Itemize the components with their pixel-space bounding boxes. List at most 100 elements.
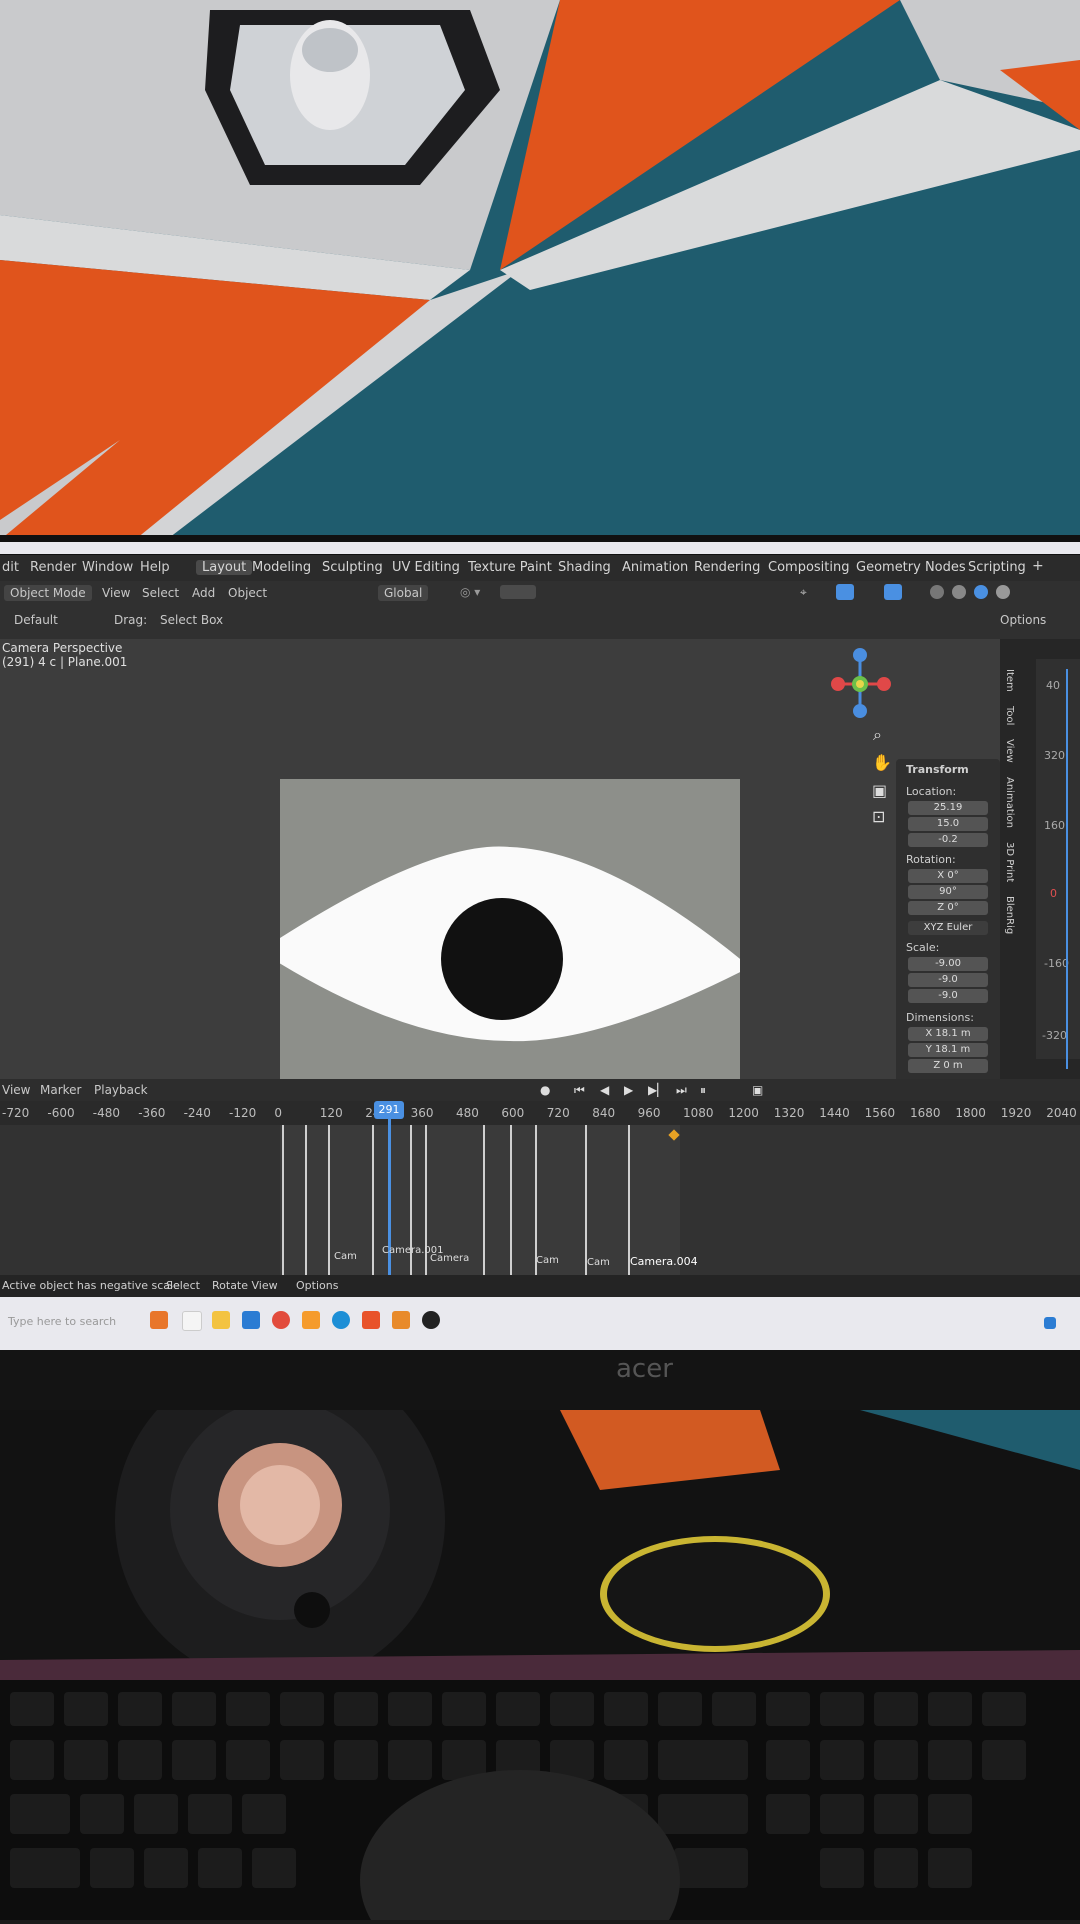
transform-section-header[interactable]: Transform — [906, 763, 969, 776]
taskbar-app-icon[interactable] — [242, 1311, 260, 1329]
xray-toggle-icon[interactable] — [884, 584, 902, 600]
menu-view[interactable]: View — [102, 586, 130, 600]
current-frame-badge[interactable]: 291 — [374, 1101, 404, 1119]
taskbar-search[interactable]: Type here to search — [8, 1315, 116, 1328]
blender-icon[interactable] — [392, 1311, 410, 1329]
ruler-tick-label: 960 — [637, 1106, 661, 1120]
rotation-z-field[interactable]: Z 0° — [908, 901, 988, 915]
rotation-y-field[interactable]: 90° — [908, 885, 988, 899]
orientation-select[interactable]: Global — [378, 585, 429, 601]
ruler-tick-label: -720 — [2, 1106, 30, 1120]
zoom-icon[interactable]: ⌕ — [873, 725, 882, 745]
mode-select[interactable]: Object Mode — [4, 585, 92, 601]
select-box-select[interactable]: Select Box — [160, 613, 223, 627]
dimensions-x-field[interactable]: X 18.1 m — [908, 1027, 988, 1041]
pan-hand-icon[interactable]: ✋ — [872, 753, 892, 772]
dimensions-z-field[interactable]: Z 0 m — [908, 1059, 988, 1073]
tray-icon[interactable] — [1044, 1317, 1056, 1329]
3d-viewport[interactable]: Camera Perspective (291) 4 c | Plane.001 — [0, 639, 1000, 1139]
scale-y-field[interactable]: -9.0 — [908, 973, 988, 987]
shading-solid-icon[interactable] — [930, 585, 944, 599]
ruler-tick-label: -120 — [229, 1106, 257, 1120]
sidebar-tab-animation[interactable]: Animation — [1004, 777, 1015, 828]
menu-add[interactable]: Add — [192, 586, 215, 600]
viewport-object-label: (291) 4 c | Plane.001 — [2, 655, 128, 669]
tab-scripting[interactable]: Scripting — [968, 560, 1026, 575]
tab-geometry-nodes[interactable]: Geometry Nodes — [856, 560, 966, 575]
lock-icon[interactable]: ⊡ — [872, 807, 885, 826]
snap-toggle[interactable] — [500, 585, 536, 599]
sidebar-tab-blenrig[interactable]: BlenRig — [1004, 896, 1015, 934]
timeline-ruler[interactable]: -720-600-480-360-240-1200120240360480600… — [0, 1101, 1080, 1125]
axis-gizmo-icon[interactable] — [810, 639, 900, 729]
tab-texture-paint[interactable]: Texture Paint — [468, 560, 552, 575]
right-ruler-label: 40 — [1046, 679, 1060, 692]
viewport-camera-label: Camera Perspective — [2, 641, 123, 655]
shading-rendered-icon[interactable] — [974, 585, 988, 599]
menu-render[interactable]: Render — [30, 560, 76, 575]
chrome-icon[interactable] — [272, 1311, 290, 1329]
step-forward-icon[interactable]: ▶▏ — [648, 1083, 666, 1097]
sidebar-tab-3dprint[interactable]: 3D Print — [1004, 842, 1015, 882]
scale-x-field[interactable]: -9.00 — [908, 957, 988, 971]
rotation-x-field[interactable]: X 0° — [908, 869, 988, 883]
tab-layout[interactable]: Layout — [196, 560, 253, 575]
add-workspace-icon[interactable]: + — [1032, 558, 1044, 574]
location-y-field[interactable]: 15.0 — [908, 817, 988, 831]
tab-animation[interactable]: Animation — [622, 560, 688, 575]
sidebar-tab-view[interactable]: View — [1004, 739, 1015, 763]
camera-icon[interactable]: ▣ — [752, 1083, 763, 1097]
tab-modeling[interactable]: Modeling — [252, 560, 311, 575]
shading-material-icon[interactable] — [952, 585, 966, 599]
marker-line — [328, 1125, 330, 1275]
status-warning: Active object has negative scale — [2, 1279, 180, 1292]
options-button[interactable]: Options — [1000, 613, 1046, 627]
marker-label: Camera — [430, 1253, 470, 1264]
tab-sculpting[interactable]: Sculpting — [322, 560, 383, 575]
menu-help[interactable]: Help — [140, 560, 170, 575]
menu-select[interactable]: Select — [142, 586, 179, 600]
tab-shading[interactable]: Shading — [558, 560, 611, 575]
dimensions-y-field[interactable]: Y 18.1 m — [908, 1043, 988, 1057]
taskbar-app-icon[interactable] — [422, 1311, 440, 1329]
edge-icon[interactable] — [332, 1311, 350, 1329]
menu-object[interactable]: Object — [228, 586, 267, 600]
sidebar-tab-tool[interactable]: Tool — [1004, 706, 1015, 725]
step-back-icon[interactable]: ◀ — [600, 1083, 609, 1097]
marker-line — [305, 1125, 307, 1275]
sidebar-tab-item[interactable]: Item — [1004, 669, 1015, 692]
tab-compositing[interactable]: Compositing — [768, 560, 850, 575]
timeline-menu-view[interactable]: View — [2, 1083, 30, 1097]
timeline-menu-marker[interactable]: Marker — [40, 1083, 81, 1097]
jump-start-icon[interactable]: ⏮ — [574, 1083, 585, 1098]
ruler-tick-label: 1800 — [955, 1106, 986, 1120]
jump-end-icon[interactable]: ⏭ — [676, 1083, 687, 1098]
timeline-menu-playback[interactable]: Playback — [94, 1083, 148, 1097]
taskbar-app-icon[interactable] — [362, 1311, 380, 1329]
folder-icon[interactable] — [212, 1311, 230, 1329]
gizmo-toggle-icon[interactable]: ⌖ — [800, 585, 807, 600]
right-ruler-label: 160 — [1044, 819, 1065, 832]
camera-frame — [260, 779, 750, 1129]
preset-select[interactable]: Default — [14, 613, 58, 627]
menu-window[interactable]: Window — [82, 560, 133, 575]
overlay-toggle-icon[interactable] — [836, 584, 854, 600]
tab-rendering[interactable]: Rendering — [694, 560, 760, 575]
record-icon[interactable]: ● — [540, 1083, 550, 1097]
status-bar: Active object has negative scale Select … — [0, 1275, 1080, 1297]
location-z-field[interactable]: -0.2 — [908, 833, 988, 847]
menu-edit[interactable]: dit — [2, 560, 19, 575]
keyframe-jump-icon[interactable]: ⏸ — [700, 1083, 706, 1098]
pivot-icon[interactable]: ◎ ▾ — [460, 585, 480, 599]
scale-z-field[interactable]: -9.0 — [908, 989, 988, 1003]
shading-wire-icon[interactable] — [996, 585, 1010, 599]
tab-uv-editing[interactable]: UV Editing — [392, 560, 460, 575]
play-icon[interactable]: ▶ — [624, 1083, 633, 1097]
location-x-field[interactable]: 25.19 — [908, 801, 988, 815]
rotation-mode-select[interactable]: XYZ Euler — [908, 921, 988, 935]
taskbar-app-icon[interactable] — [182, 1311, 202, 1331]
timeline-body[interactable]: 291 Cam Camera.001 Camera Cam Cam Camera… — [0, 1101, 1080, 1275]
taskbar-app-icon[interactable] — [302, 1311, 320, 1329]
camera-view-icon[interactable]: ▣ — [872, 781, 887, 800]
taskbar-app-icon[interactable] — [150, 1311, 168, 1329]
